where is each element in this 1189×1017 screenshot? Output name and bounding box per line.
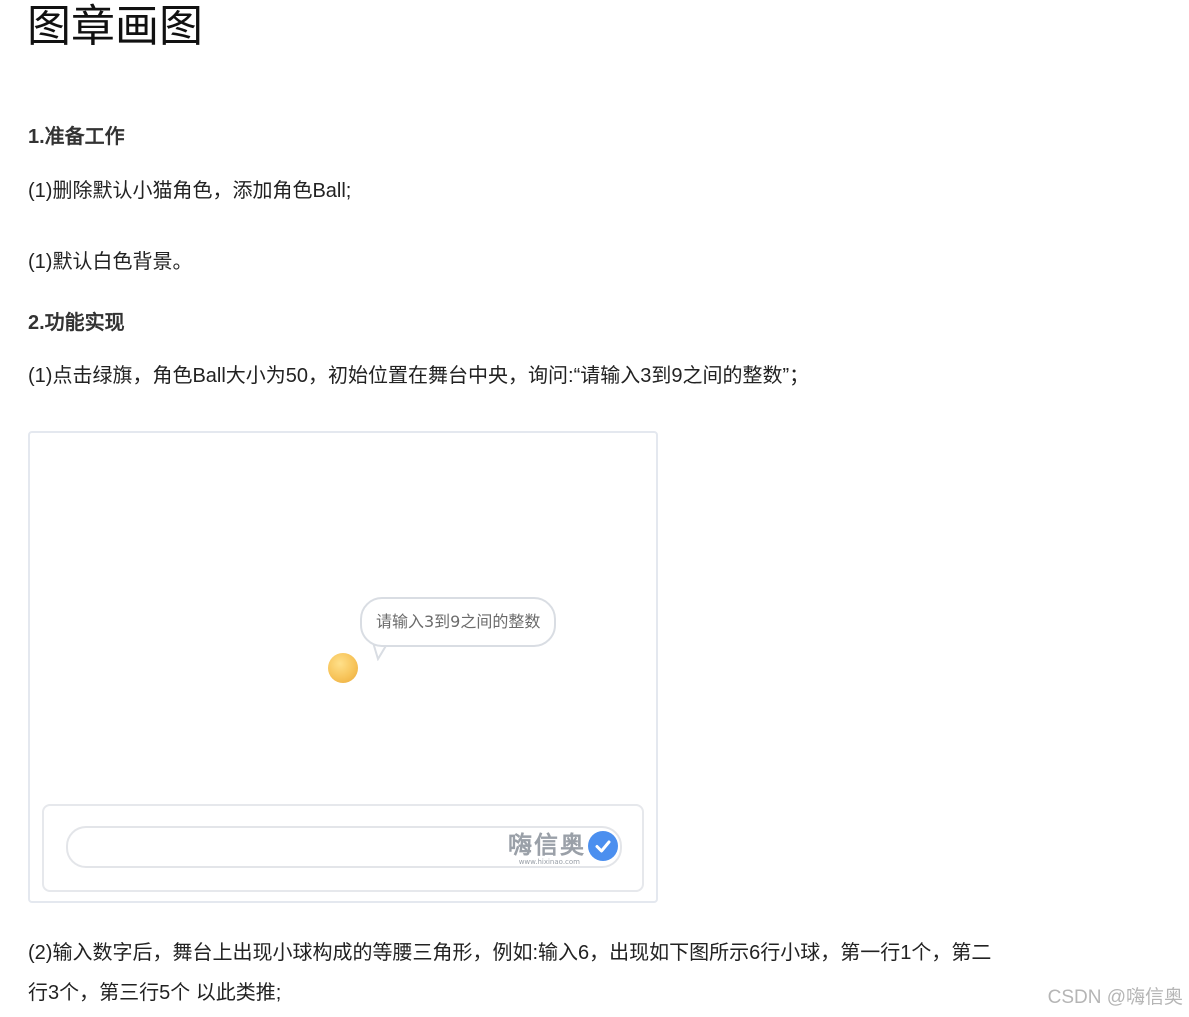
watermark-url: www.hixinao.com — [518, 858, 580, 866]
function-item-1: (1)点击绿旗，角色Ball大小为50，初始位置在舞台中央，询问:“请输入3到9… — [28, 365, 810, 387]
speech-bubble: 请输入3到9之间的整数 — [360, 597, 557, 647]
page-title: 图章画图 — [27, 1, 203, 52]
submit-answer-button[interactable] — [588, 831, 618, 861]
prep-item-1: (1)删除默认小猫角色，添加角色Ball; — [28, 180, 352, 202]
function-item-2-line-1: (2)输入数字后，舞台上出现小球构成的等腰三角形，例如:输入6，出现如下图所示6… — [28, 942, 992, 964]
answer-panel: 嗨信奥 www.hixinao.com — [42, 804, 644, 892]
stage-screenshot: 请输入3到9之间的整数 嗨信奥 www.hixinao.com — [28, 431, 658, 903]
answer-input[interactable]: 嗨信奥 www.hixinao.com — [66, 826, 622, 868]
section-heading-prep: 1.准备工作 — [28, 126, 125, 148]
check-icon — [595, 840, 611, 853]
watermark-logo-text: 嗨信奥 — [508, 831, 586, 859]
csdn-watermark: CSDN @嗨信奥 — [1047, 987, 1183, 1008]
prep-item-2: (1)默认白色背景。 — [28, 251, 193, 273]
ball-sprite — [328, 653, 358, 683]
section-heading-function: 2.功能实现 — [28, 312, 125, 334]
function-item-2-line-2: 行3个，第三行5个 以此类推; — [28, 982, 282, 1004]
